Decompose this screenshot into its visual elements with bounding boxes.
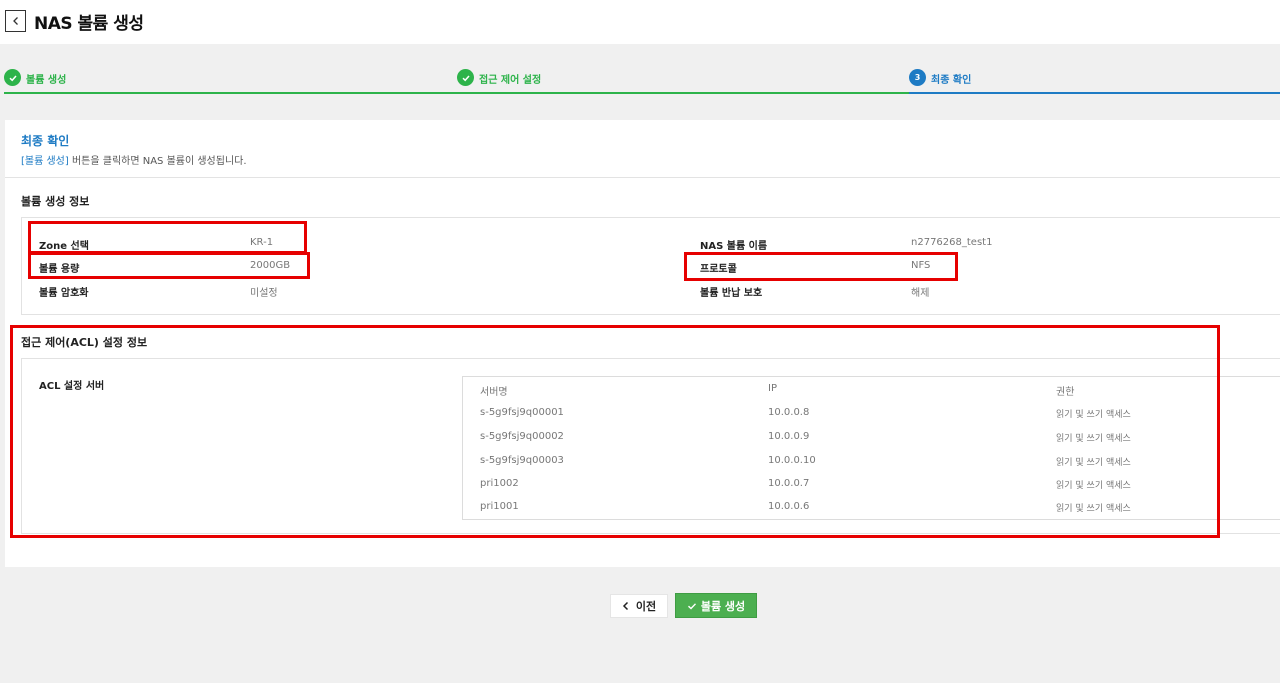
server-permission: 읽기 및 쓰기 액세스 [1056,434,1131,444]
server-name: s-5g9fsj9q00003 [480,455,564,466]
section-title: 최종 확인 [21,134,70,148]
step-number: 3 [909,69,926,86]
chevron-left-icon [12,17,18,25]
create-volume-button[interactable]: 볼륨 생성 [675,593,757,618]
protocol-label: 프로토콜 [700,264,737,275]
column-header-ip: IP [768,383,777,394]
wizard-stepper: 볼륨 생성 접근 제어 설정 3 최종 확인 [4,66,1280,94]
acl-info-title: 접근 제어(ACL) 설정 정보 [21,336,148,349]
check-icon [687,602,696,609]
column-header-permission: 권한 [1056,387,1075,398]
encryption-label: 볼륨 암호화 [39,288,89,299]
page-header: NAS 볼륨 생성 [0,0,1280,44]
step-progress-line-active [909,92,1280,94]
server-ip: 10.0.0.8 [768,407,810,418]
section-description: [볼륨 생성] 버튼을 클릭하면 NAS 볼륨이 생성됩니다. [21,152,247,167]
server-name: s-5g9fsj9q00002 [480,431,564,442]
server-name: pri1001 [480,501,519,512]
description-text: 버튼을 클릭하면 NAS 볼륨이 생성됩니다. [68,156,247,167]
zone-label: Zone 선택 [39,241,89,252]
check-icon [457,69,474,86]
back-button[interactable] [5,10,26,32]
page-title: NAS 볼륨 생성 [34,14,144,34]
server-ip: 10.0.0.10 [768,455,816,466]
server-ip: 10.0.0.6 [768,501,810,512]
capacity-value: 2000GB [250,260,291,271]
chevron-left-icon [622,601,628,611]
column-header-server: 서버명 [480,387,508,398]
server-permission: 읽기 및 쓰기 액세스 [1056,481,1131,491]
server-ip: 10.0.0.9 [768,431,810,442]
step-label: 접근 제어 설정 [479,75,542,86]
volume-info-title: 볼륨 생성 정보 [21,195,90,208]
server-name: pri1002 [480,478,519,489]
create-volume-button-label: 볼륨 생성 [700,599,746,613]
check-icon [4,69,21,86]
divider [5,177,1280,178]
return-protection-label: 볼륨 반납 보호 [700,288,763,299]
server-ip: 10.0.0.7 [768,478,810,489]
server-name: s-5g9fsj9q00001 [480,407,564,418]
acl-server-label: ACL 설정 서버 [39,381,105,392]
return-protection-value: 해제 [911,288,930,299]
server-permission: 읽기 및 쓰기 액세스 [1056,410,1131,420]
prev-button-label: 이전 [635,600,657,613]
server-permission: 읽기 및 쓰기 액세스 [1056,458,1131,468]
acl-server-table: 서버명 IP 권한 s-5g9fsj9q00001 10.0.0.8 읽기 및 … [462,376,1280,520]
zone-value: KR-1 [250,237,274,248]
step-label: 최종 확인 [931,75,972,86]
description-highlight: [볼륨 생성] [21,156,69,167]
confirm-panel: 최종 확인 [볼륨 생성] 버튼을 클릭하면 NAS 볼륨이 생성됩니다. 볼륨… [5,120,1280,567]
server-permission: 읽기 및 쓰기 액세스 [1056,504,1131,514]
step-label: 볼륨 생성 [26,75,67,86]
prev-button[interactable]: 이전 [610,594,668,618]
protocol-value: NFS [911,260,931,271]
step-progress-line-done [4,92,909,94]
volume-name-label: NAS 볼륨 이름 [700,241,768,252]
volume-info-box: Zone 선택 KR-1 볼륨 용량 2000GB 볼륨 암호화 미설정 NAS… [21,217,1280,315]
volume-name-value: n2776268_test1 [911,237,993,248]
encryption-value: 미설정 [250,288,278,299]
capacity-label: 볼륨 용량 [39,264,80,275]
